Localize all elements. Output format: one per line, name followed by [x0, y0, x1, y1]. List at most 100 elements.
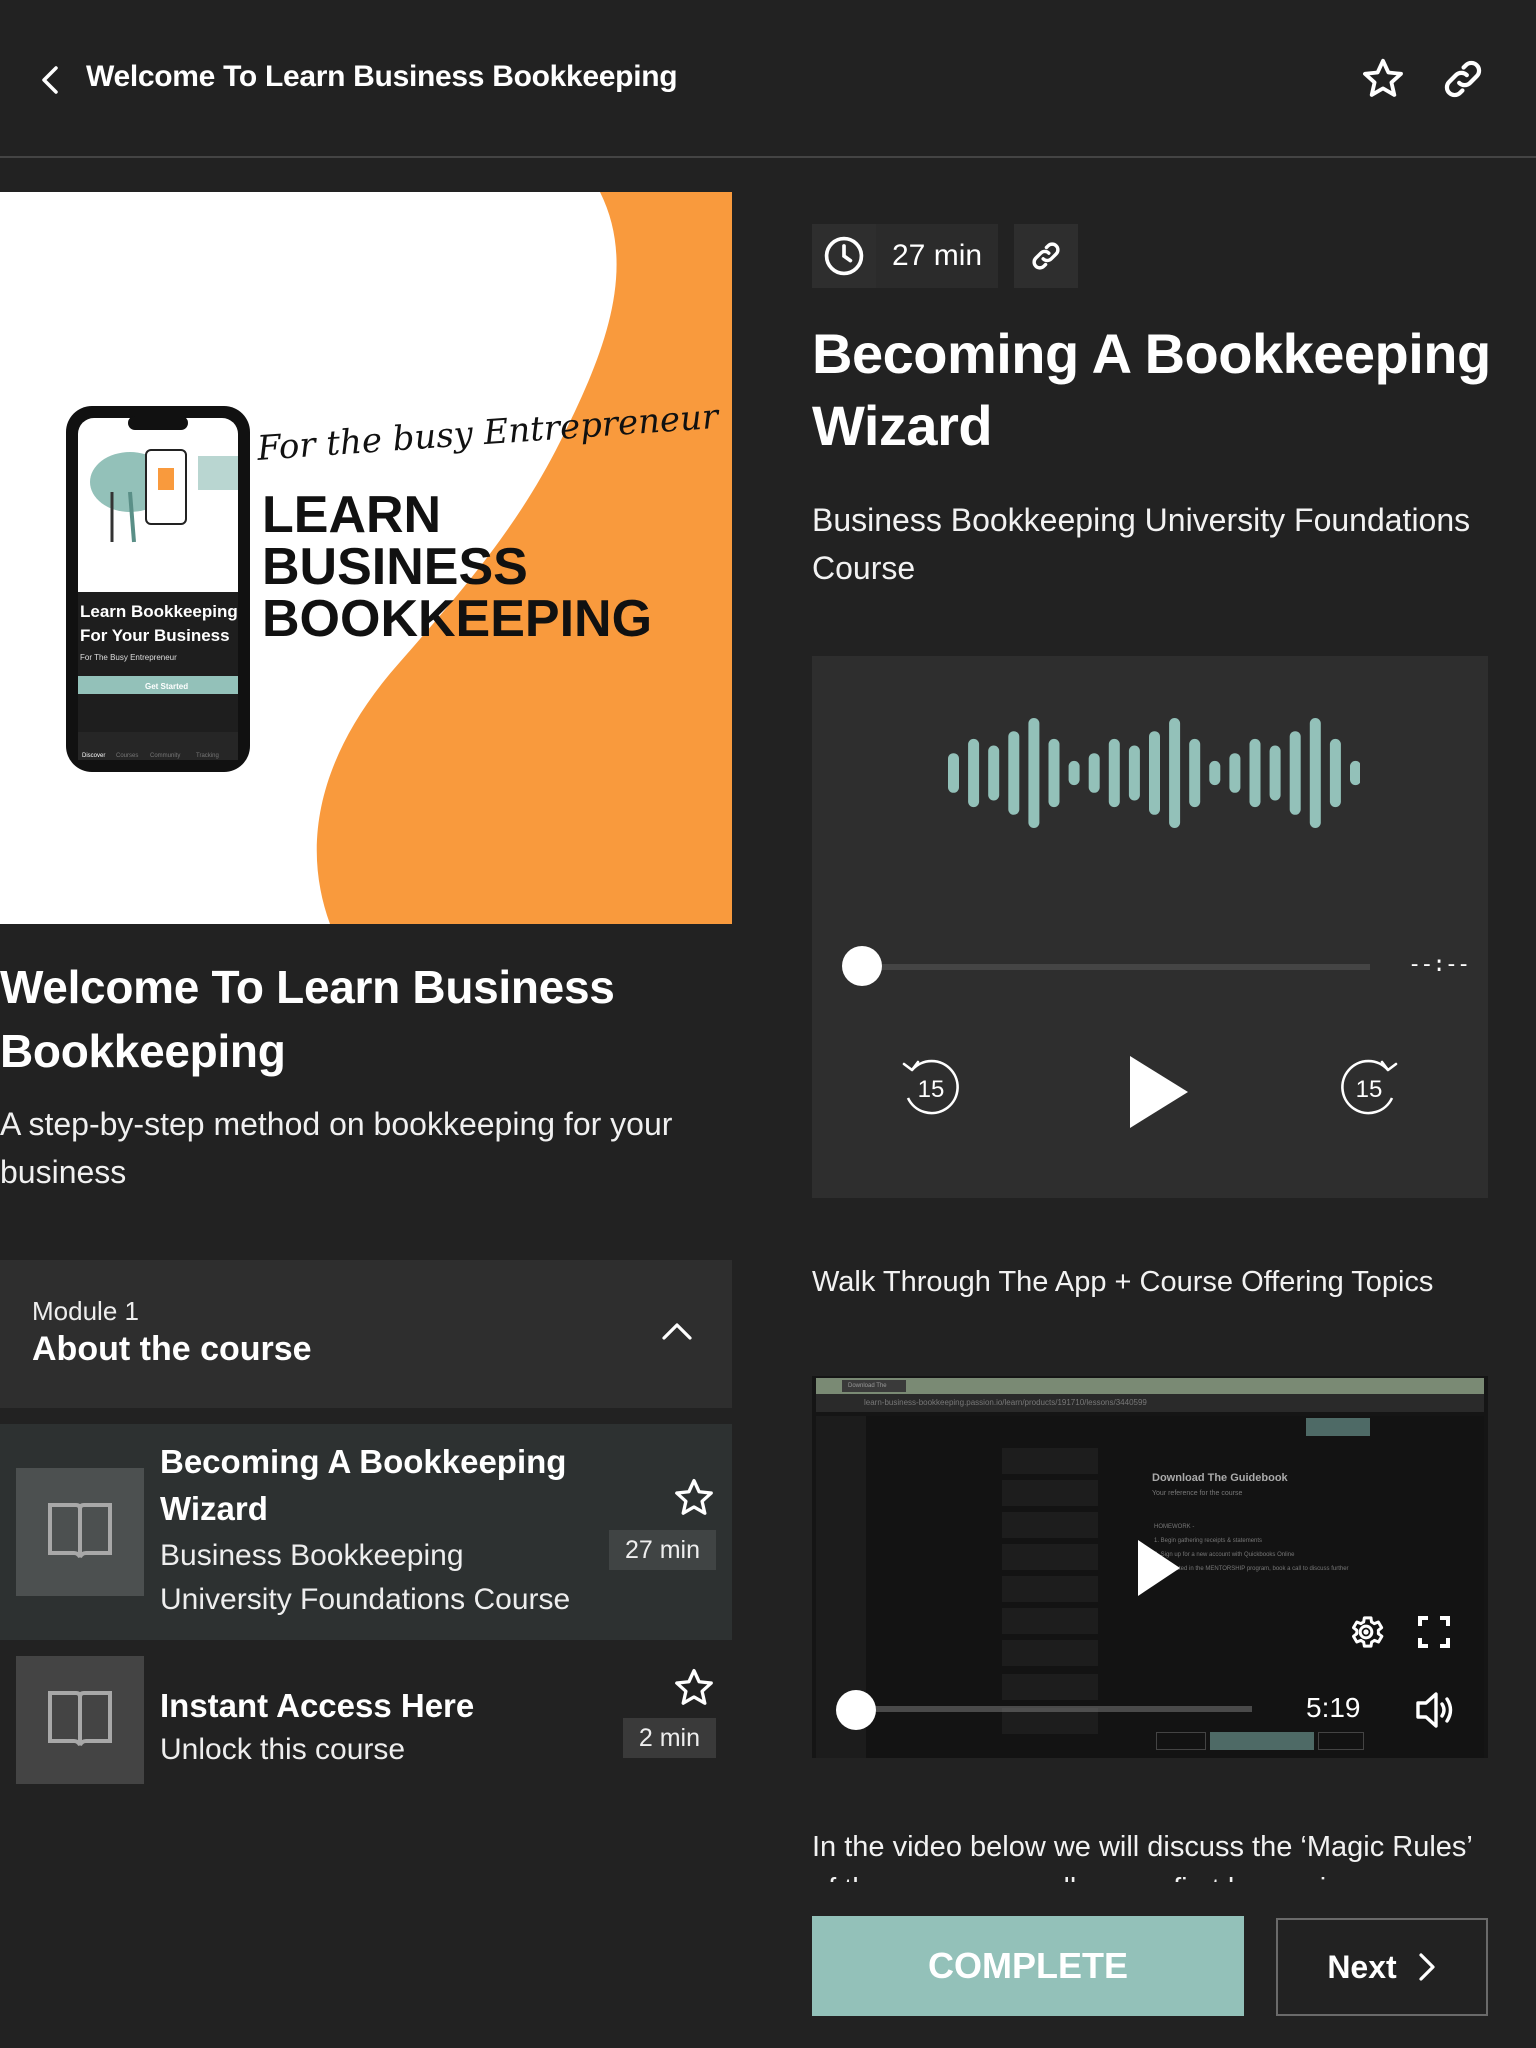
audio-progress-handle[interactable] [842, 946, 882, 986]
waveform-bar [1008, 731, 1020, 815]
phone-nav-1: Discover [82, 753, 105, 759]
video-time: 5:19 [1306, 1692, 1361, 1723]
video-frame-list-item [1002, 1640, 1098, 1666]
audio-waveform [948, 718, 1360, 828]
star-outline-icon [675, 1478, 713, 1515]
play-icon [1130, 1056, 1188, 1128]
waveform-bar [1149, 731, 1160, 815]
waveform-bar [1108, 738, 1120, 808]
headline-line-1: LEARN [262, 486, 441, 544]
audio-progress-track[interactable] [864, 964, 1370, 970]
chevron-left-icon [42, 66, 58, 94]
lesson-item[interactable]: Becoming A Bookkeeping Wizard Business B… [0, 1424, 732, 1640]
waveform-bar [1169, 718, 1181, 828]
video-play-button[interactable] [1134, 1538, 1184, 1598]
waveform-bar [1189, 738, 1201, 808]
video-frame-complete [1210, 1732, 1314, 1750]
waveform-bar [1209, 760, 1221, 786]
waveform-bar [1048, 738, 1060, 808]
star-outline-icon [675, 1668, 713, 1705]
open-book-icon [48, 1691, 112, 1746]
header-title: Welcome To Learn Business Bookkeeping [86, 60, 678, 93]
top-bar: Welcome To Learn Business Bookkeeping [0, 0, 1536, 158]
video-frame-list-item [1002, 1480, 1098, 1506]
collapse-module-button[interactable] [658, 1316, 696, 1346]
next-button[interactable]: Next [1276, 1918, 1488, 2016]
phone-title-line-1: Learn Bookkeeping [80, 602, 238, 621]
video-frame-previous [1156, 1732, 1206, 1750]
video-progress-handle[interactable] [836, 1690, 876, 1730]
audio-time: --:-- [1408, 952, 1470, 977]
lesson-title: Instant Access Here [160, 1687, 475, 1724]
duration-text: 27 min [892, 239, 983, 272]
waveform-bar [1068, 760, 1080, 786]
video-frame-next [1318, 1732, 1364, 1750]
duration-badge: 27 min [812, 224, 999, 288]
svg-text:15: 15 [918, 1076, 945, 1103]
link-icon [1032, 242, 1060, 270]
lesson-meta: 27 min [812, 224, 1079, 288]
svg-text:15: 15 [1356, 1076, 1383, 1103]
waveform-bar [1269, 745, 1281, 801]
waveform-bar [968, 738, 980, 808]
video-frame-tab: Download The Guidebook [842, 1380, 906, 1401]
favorite-button[interactable] [1360, 56, 1406, 102]
copy-link-button[interactable] [1014, 224, 1079, 288]
play-button[interactable] [1124, 1054, 1194, 1130]
lesson-heading: Becoming A Bookkeeping Wizard [812, 322, 1491, 457]
section-text: Walk Through The App + Course Offering T… [812, 1266, 1434, 1298]
video-player[interactable]: Download The Guidebook learn-business-bo… [812, 1376, 1488, 1758]
open-book-icon [48, 1503, 112, 1558]
chevron-up-icon [662, 1323, 692, 1340]
forward-15-button[interactable]: 15 [1336, 1054, 1402, 1120]
clock-icon-wrapper [812, 224, 876, 288]
clock-icon [824, 236, 864, 276]
rewind-15-button[interactable]: 15 [898, 1054, 964, 1120]
video-volume-button[interactable] [1414, 1688, 1458, 1732]
waveform-bar [988, 745, 1000, 801]
video-frame-url: learn-business-bookkeeping.passion.io/le… [864, 1398, 1147, 1407]
video-frame-module [1002, 1674, 1098, 1700]
forward-15-icon: 15 [1341, 1059, 1398, 1115]
lesson-subheading: Business Bookkeeping University Foundati… [812, 502, 1471, 586]
headline-line-2: BUSINESS [262, 538, 528, 596]
waveform-bar [1249, 738, 1261, 808]
volume-icon [1416, 1692, 1453, 1728]
lesson-thumbnail [16, 1468, 144, 1596]
lesson-body-text: In the video below we will discuss the ‘… [812, 1831, 1472, 1882]
star-outline-icon [1363, 58, 1403, 97]
audio-player: --:-- 15 15 [812, 656, 1488, 1198]
headline-line-3: BOOKKEEPING [262, 590, 652, 648]
waveform-bar [1088, 753, 1100, 793]
share-link-button[interactable] [1440, 56, 1486, 102]
play-icon [1138, 1540, 1180, 1596]
next-label: Next [1327, 1948, 1397, 1985]
video-fullscreen-button[interactable] [1416, 1614, 1452, 1650]
lesson-duration: 2 min [622, 1718, 716, 1758]
module-header[interactable]: Module 1 About the course [0, 1260, 732, 1408]
waveform-bar [1309, 718, 1321, 828]
video-frame-list-item [1002, 1544, 1098, 1570]
lesson-item[interactable]: Instant Access Here Unlock this course 2… [0, 1640, 732, 1800]
video-frame-heading: Download The Guidebook [1152, 1472, 1288, 1484]
phone-title-line-2: For Your Business [80, 626, 230, 645]
waveform-bar [948, 753, 959, 793]
video-progress-track[interactable] [862, 1706, 1252, 1712]
phone-subtitle: For The Busy Entrepreneur [80, 653, 177, 662]
rewind-15-icon: 15 [902, 1059, 959, 1115]
back-button[interactable] [36, 62, 68, 98]
course-description: A step-by-step method on bookkeeping for… [0, 1106, 673, 1190]
waveform-bar [1350, 760, 1360, 786]
link-icon [1444, 60, 1482, 98]
phone-nav-2: Courses [116, 753, 138, 759]
lesson-favorite-button[interactable] [672, 1666, 716, 1710]
video-settings-button[interactable] [1346, 1612, 1386, 1652]
complete-button[interactable]: COMPLETE [812, 1916, 1244, 2016]
phone-nav-4: Tracking [196, 753, 219, 759]
video-frame-add-content [1306, 1418, 1370, 1436]
lesson-subtitle: Unlock this course [160, 1733, 406, 1766]
lesson-favorite-button[interactable] [672, 1476, 716, 1520]
waveform-bar [1329, 738, 1341, 808]
lesson-thumbnail [16, 1656, 144, 1784]
phone-cta: Get Started [145, 682, 188, 691]
